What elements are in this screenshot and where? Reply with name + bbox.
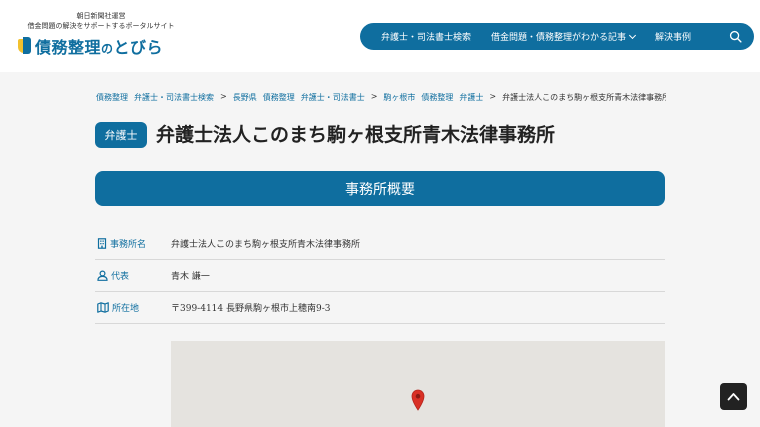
breadcrumb-item[interactable]: 債務整理 xyxy=(96,92,128,104)
nav-articles-label: 借金問題・債務整理がわかる記事 xyxy=(491,33,627,43)
breadcrumb: 債務整理 弁護士・司法書士検索 > 長野県 債務整理 弁護士・司法書士 > 駒ヶ… xyxy=(96,92,666,104)
info-label-text: 所在地 xyxy=(112,304,140,314)
site-header: 朝日新聞社運営 借金問題の解決をサポートするポータルサイト 債務整理のとびら 弁… xyxy=(0,0,760,72)
logo-tagline-line1: 朝日新聞社運営 xyxy=(76,12,126,20)
back-to-top-button[interactable] xyxy=(720,383,747,410)
breadcrumb-item[interactable]: 弁護士・司法書士検索 xyxy=(134,92,214,104)
logo-text: 債務整理のとびら xyxy=(35,34,163,58)
office-info-table: 事務所名 弁護士法人このまち駒ヶ根支所青木法律事務所 代表 青木 謙一 所在地 … xyxy=(95,228,665,324)
breadcrumb-separator: > xyxy=(489,92,497,101)
map-icon xyxy=(97,302,109,313)
logo-mark-icon xyxy=(18,37,32,55)
embedded-map[interactable] xyxy=(171,341,665,427)
chevron-up-icon xyxy=(727,393,740,401)
breadcrumb-current: 弁護士法人このまち駒ヶ根支所青木法律事務所 xyxy=(502,93,666,102)
info-label-text: 代表 xyxy=(111,272,130,282)
info-value: 青木 謙一 xyxy=(171,272,210,282)
person-icon xyxy=(97,270,108,281)
info-value: 〒399-4114 長野県駒ヶ根市上穂南9-3 xyxy=(171,304,331,314)
chevron-down-icon xyxy=(628,31,637,39)
nav-lawyer-search-label: 弁護士・司法書士検索 xyxy=(381,33,472,43)
logo-text-c: とびら xyxy=(113,38,164,57)
logo-text-a: 債務整理 xyxy=(35,38,102,57)
section-heading: 事務所概要 xyxy=(95,171,665,206)
breadcrumb-separator: > xyxy=(220,92,227,101)
info-label: 代表 xyxy=(95,269,171,282)
breadcrumb-item[interactable]: 弁護士・司法書士 xyxy=(301,92,365,104)
page-title: 弁護士法人このまち駒ヶ根支所青木法律事務所 xyxy=(156,124,556,146)
logo-text-b: の xyxy=(101,42,114,56)
info-label: 事務所名 xyxy=(95,237,171,250)
info-label-text: 事務所名 xyxy=(110,240,147,250)
breadcrumb-item[interactable]: 債務整理 xyxy=(421,92,453,104)
info-value: 弁護士法人このまち駒ヶ根支所青木法律事務所 xyxy=(171,240,361,250)
search-icon[interactable] xyxy=(729,30,742,43)
breadcrumb-item[interactable]: 長野県 xyxy=(233,92,257,104)
info-row-address: 所在地 〒399-4114 長野県駒ヶ根市上穂南9-3 xyxy=(95,292,665,324)
logo-tagline-line2: 借金問題の解決をサポートするポータルサイト xyxy=(27,22,175,30)
nav-case-studies-label: 解決事例 xyxy=(655,33,692,43)
breadcrumb-separator: > xyxy=(370,92,378,101)
logo-tagline: 朝日新聞社運営 借金問題の解決をサポートするポータルサイト xyxy=(26,11,176,31)
site-logo[interactable]: 債務整理のとびら xyxy=(18,34,163,58)
nav-articles[interactable]: 借金問題・債務整理がわかる記事 xyxy=(491,30,637,43)
category-badge: 弁護士 xyxy=(95,122,147,148)
breadcrumb-item[interactable]: 駒ヶ根市 xyxy=(383,92,415,104)
info-label: 所在地 xyxy=(95,301,171,314)
info-row-representative: 代表 青木 謙一 xyxy=(95,260,665,292)
nav-lawyer-search[interactable]: 弁護士・司法書士検索 xyxy=(381,30,471,43)
building-icon xyxy=(97,238,107,249)
breadcrumb-item[interactable]: 債務整理 xyxy=(263,92,295,104)
breadcrumb-item[interactable]: 弁護士 xyxy=(459,92,483,104)
map-pin-icon[interactable] xyxy=(411,389,425,411)
info-row-office-name: 事務所名 弁護士法人このまち駒ヶ根支所青木法律事務所 xyxy=(95,228,665,260)
main-nav: 弁護士・司法書士検索 借金問題・債務整理がわかる記事 解決事例 xyxy=(360,23,754,50)
nav-case-studies[interactable]: 解決事例 xyxy=(655,30,691,43)
